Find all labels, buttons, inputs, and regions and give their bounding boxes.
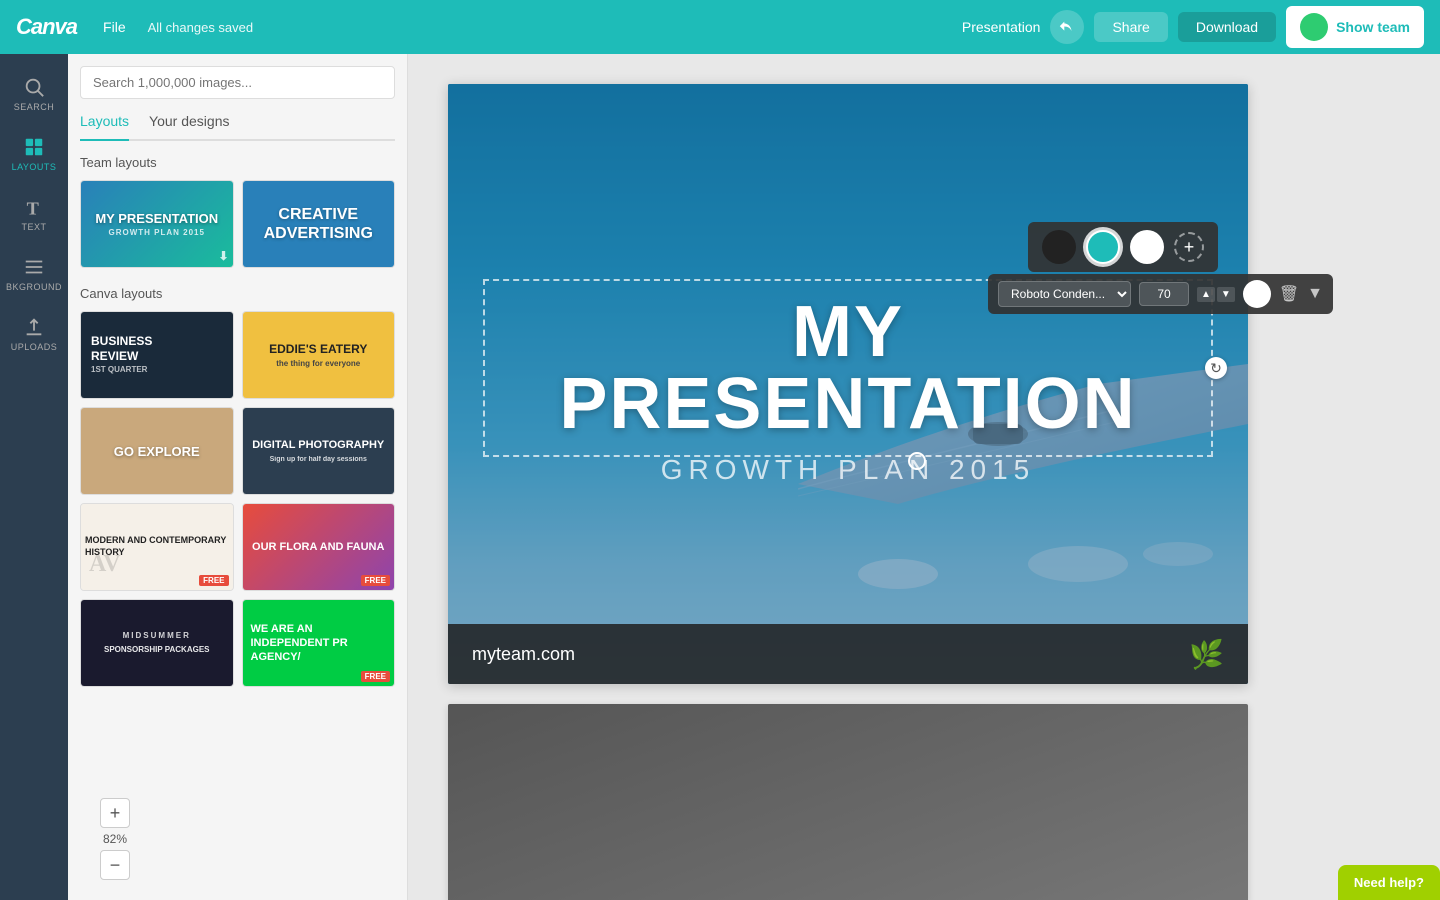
thumb-eddies-inner: EDDIE'S EATERY the thing for everyone (243, 312, 395, 398)
color-add-button[interactable]: + (1174, 232, 1204, 262)
sidebar-search-label: SEARCH (14, 102, 55, 112)
thumb-agency-inner: WE ARE AN INDEPENDENT PR AGENCY/ FREE (243, 600, 395, 686)
layout-thumb-flora-fauna[interactable]: OUR FLORA AND FAUNA FREE (242, 503, 396, 591)
layout-thumb-go-explore[interactable]: GO EXPLORE (80, 407, 234, 495)
slide-footer: myteam.com 🌿 (448, 624, 1248, 684)
free-badge-flora: FREE (361, 575, 390, 586)
layout-thumb-creative-advertising[interactable]: CREATIVE ADVERTISING (242, 180, 396, 268)
thumb-creative-inner: CREATIVE ADVERTISING (243, 181, 395, 267)
undo-icon (1058, 18, 1076, 36)
font-size-input[interactable]: 70 (1139, 282, 1189, 306)
layout-thumb-pr-agency[interactable]: WE ARE AN INDEPENDENT PR AGENCY/ FREE (242, 599, 396, 687)
thumb-digital-inner: DIGITAL PHOTOGRAPHY Sign up for half day… (243, 408, 395, 494)
download-button[interactable]: Download (1178, 12, 1276, 42)
sidebar-item-background[interactable]: BKGROUND (0, 246, 68, 298)
slide-2-inner (448, 704, 1248, 900)
sidebar-text-label: TEXT (21, 222, 46, 232)
share-button[interactable]: Share (1094, 12, 1167, 42)
sidebar-item-uploads[interactable]: UPLOADS (0, 306, 68, 358)
font-size-up[interactable]: ▲ (1197, 287, 1215, 302)
thumb-my-presentation-inner: MY PRESENTATION GROWTH PLAN 2015 ⬇ (81, 181, 233, 267)
autosave-status: All changes saved (148, 20, 948, 35)
thumb-history-inner: AV MODERN AND CONTEMPORARY HISTORY FREE (81, 504, 233, 590)
thumb-explore-inner: GO EXPLORE (81, 408, 233, 494)
canvas-area[interactable]: + Roboto Conden... 70 ▲ ▼ 🗑 ▼ (408, 54, 1440, 900)
sidebar-layouts-label: LAYOUTS (12, 162, 57, 172)
thumb-business-inner: BUSINESSREVIEW 1ST QUARTER (81, 312, 233, 398)
color-dot-white[interactable] (1130, 230, 1164, 264)
sidebar-uploads-label: UPLOADS (11, 342, 58, 352)
slide-2[interactable] (448, 704, 1248, 900)
top-nav: Canva File All changes saved Presentatio… (0, 0, 1440, 54)
layouts-icon (23, 136, 45, 158)
tab-row: Layouts Your designs (80, 113, 395, 141)
canva-layouts-title: Canva layouts (80, 286, 395, 301)
search-icon (23, 76, 45, 98)
search-input[interactable] (80, 66, 395, 99)
layout-thumb-business-review[interactable]: BUSINESSREVIEW 1ST QUARTER (80, 311, 234, 399)
color-toolbar: + (1028, 222, 1218, 272)
color-dot-teal[interactable] (1086, 230, 1120, 264)
team-layouts-grid: MY PRESENTATION GROWTH PLAN 2015 ⬇ CREAT… (80, 180, 395, 268)
sidebar-item-search[interactable]: SEARCH (0, 66, 68, 118)
team-layouts-title: Team layouts (80, 155, 395, 170)
layout-thumb-modern-history[interactable]: AV MODERN AND CONTEMPORARY HISTORY FREE (80, 503, 234, 591)
font-size-stepper: ▲ ▼ (1197, 287, 1235, 302)
slide-subtitle: GROWTH PLAN 2015 (448, 454, 1248, 486)
download-icon-thumb: ⬇ (218, 249, 228, 263)
team-avatar (1300, 13, 1328, 41)
slide-1-container: MY PRESENTATION ↻ GROWTH PLAN 2015 mytea… (448, 84, 1410, 684)
font-color-picker[interactable] (1243, 280, 1271, 308)
layout-thumb-eddies-eatery[interactable]: EDDIE'S EATERY the thing for everyone (242, 311, 396, 399)
main-layout: SEARCH LAYOUTS T TEXT BKGROUND (0, 54, 1440, 900)
text-icon: T (23, 196, 45, 218)
font-toolbar: Roboto Conden... 70 ▲ ▼ 🗑 ▼ (988, 274, 1333, 314)
left-sidebar: SEARCH LAYOUTS T TEXT BKGROUND (0, 54, 68, 900)
rotate-handle[interactable]: ↻ (1205, 357, 1227, 379)
free-badge-history: FREE (199, 575, 228, 586)
slide-footer-url: myteam.com (472, 644, 575, 665)
slide-subtitle-container: GROWTH PLAN 2015 (448, 444, 1248, 486)
slide-1[interactable]: MY PRESENTATION ↻ GROWTH PLAN 2015 mytea… (448, 84, 1248, 684)
layout-thumb-my-presentation[interactable]: MY PRESENTATION GROWTH PLAN 2015 ⬇ (80, 180, 234, 268)
thumb-flora-inner: OUR FLORA AND FAUNA FREE (243, 504, 395, 590)
uploads-icon (23, 316, 45, 338)
tab-layouts[interactable]: Layouts (80, 113, 129, 141)
background-icon (23, 256, 45, 278)
plant-icon: 🌿 (1189, 638, 1224, 671)
svg-text:T: T (27, 198, 39, 218)
font-delete-button[interactable]: 🗑 (1279, 284, 1299, 304)
color-dot-black[interactable] (1042, 230, 1076, 264)
nav-right-group: Presentation Share Download Show team (962, 6, 1424, 48)
canva-layouts-grid: BUSINESSREVIEW 1ST QUARTER EDDIE'S EATER… (80, 311, 395, 687)
cursor-indicator (908, 452, 926, 470)
layout-thumb-digital-photography[interactable]: DIGITAL PHOTOGRAPHY Sign up for half day… (242, 407, 396, 495)
free-badge-agency: FREE (361, 671, 390, 682)
sidebar-item-layouts[interactable]: LAYOUTS (0, 126, 68, 178)
layout-thumb-midsummer[interactable]: MIDSUMMER SPONSORSHIP PACKAGES (80, 599, 234, 687)
thumb-midsummer-inner: MIDSUMMER SPONSORSHIP PACKAGES (81, 600, 233, 686)
tab-your-designs[interactable]: Your designs (149, 113, 229, 133)
font-select[interactable]: Roboto Conden... (998, 281, 1131, 307)
need-help-button[interactable]: Need help? (1338, 865, 1440, 900)
slide-main-title: MY PRESENTATION (505, 296, 1191, 440)
presentation-title: Presentation (962, 19, 1041, 35)
show-team-button[interactable]: Show team (1286, 6, 1424, 48)
font-more-button[interactable]: ▼ (1307, 285, 1323, 303)
sidebar-item-text[interactable]: T TEXT (0, 186, 68, 238)
layouts-panel: Layouts Your designs Team layouts MY PRE… (68, 54, 408, 900)
undo-button[interactable] (1050, 10, 1084, 44)
canva-logo[interactable]: Canva (16, 14, 77, 40)
sidebar-bkground-label: BKGROUND (6, 282, 62, 292)
file-menu[interactable]: File (95, 15, 134, 39)
font-size-down[interactable]: ▼ (1217, 287, 1235, 302)
